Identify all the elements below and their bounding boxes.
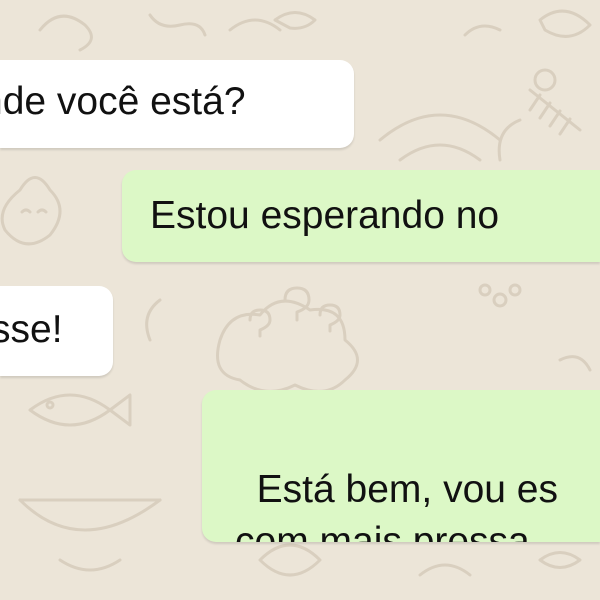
message-text: sse! (0, 308, 63, 351)
message-bubble-incoming[interactable]: sse! (0, 286, 113, 376)
message-text: Está bem, vou es com mais pressa (235, 468, 558, 542)
message-bubble-incoming[interactable]: nde você está? (0, 60, 354, 148)
message-bubble-outgoing[interactable]: Está bem, vou es com mais pressa (202, 390, 600, 542)
message-text: nde você está? (0, 80, 246, 123)
message-bubble-outgoing[interactable]: Estou esperando no (122, 170, 600, 262)
message-text: Estou esperando no (150, 194, 500, 237)
